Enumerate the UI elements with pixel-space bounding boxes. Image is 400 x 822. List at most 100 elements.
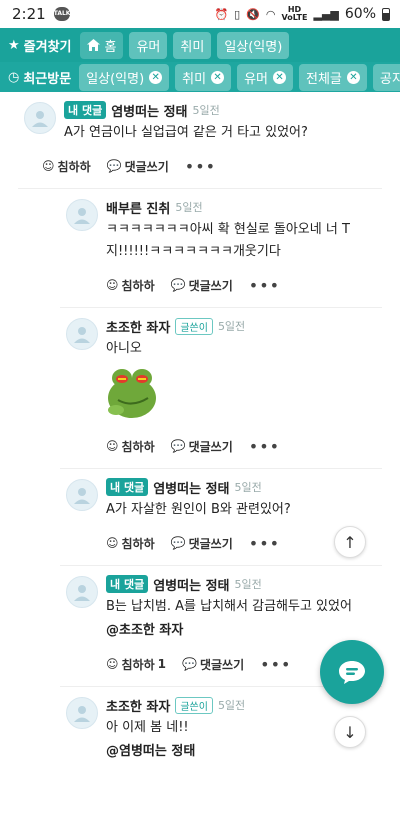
more-options-icon[interactable]: •••	[260, 655, 291, 674]
user-icon	[74, 488, 90, 504]
comment-date: 5일전	[217, 699, 246, 712]
speech-bubble-icon: 💬	[170, 278, 186, 292]
recent-chip-all[interactable]: 전체글 ✕	[299, 63, 367, 91]
comment-date: 5일전	[192, 104, 220, 117]
status-bar: 2:21 TALK ⏰ ▯ 🔇 ◠ HD VoLTE ▂▄▆ 60%	[0, 0, 400, 28]
wifi-icon: ◠	[265, 7, 276, 21]
clock-icon: ◷	[8, 69, 20, 85]
smile-icon: ☺	[106, 439, 119, 453]
vibrate-icon: ▯	[234, 7, 241, 21]
comment-item: 내 댓글 염병떠는 정태 5일전 A가 연금이나 실업급여 같은 거 타고 있었…	[0, 92, 400, 188]
reply-button[interactable]: 💬 댓글쓰기	[171, 535, 233, 552]
reply-button[interactable]: 💬 댓글쓰기	[171, 438, 233, 455]
arrow-up-icon: ↑	[343, 532, 357, 552]
reply-button[interactable]: 💬 댓글쓰기	[107, 158, 169, 175]
star-icon: ★	[8, 37, 20, 53]
comment-author[interactable]: 초조한 좌자	[106, 696, 170, 715]
comment-author[interactable]: 염병떠는 정태	[153, 575, 229, 594]
more-options-icon[interactable]: •••	[249, 276, 280, 295]
user-icon	[32, 111, 48, 127]
like-button[interactable]: ☺ 침하하	[106, 535, 155, 552]
remove-icon[interactable]: ✕	[211, 70, 225, 84]
comment-item: 초조한 좌자 글쓴이 5일전 아니오 ☺ 침하하 💬 댓글쓰기 •••	[0, 308, 400, 468]
smile-icon: ☺	[106, 536, 119, 550]
favorite-chip-humor[interactable]: 유머	[129, 31, 168, 59]
scroll-down-button[interactable]: ↓	[334, 716, 366, 748]
write-comment-fab[interactable]	[320, 640, 384, 704]
writer-badge: 글쓴이	[175, 317, 213, 335]
like-button[interactable]: ☺ 침하하	[106, 438, 155, 455]
recent-chip-hobby[interactable]: 취미 ✕	[175, 63, 232, 91]
favorites-title: ★ 즐겨찾기	[8, 37, 72, 55]
scroll-up-button[interactable]: ↑	[334, 526, 366, 558]
comment-author[interactable]: 배부른 진취	[106, 198, 170, 217]
speech-bubble-icon: 💬	[182, 657, 197, 671]
favorite-chip-hobby[interactable]: 취미	[173, 31, 212, 59]
like-button[interactable]: ☺ 침하하	[42, 158, 91, 175]
alarm-icon: ⏰	[214, 7, 229, 21]
smile-icon: ☺	[42, 159, 55, 173]
speech-bubble-icon: 💬	[106, 159, 122, 173]
recent-chip-notice[interactable]: 공지✕	[372, 63, 400, 91]
avatar[interactable]	[66, 697, 98, 729]
status-time: 2:21	[12, 5, 46, 23]
more-options-icon[interactable]: •••	[185, 157, 216, 176]
avatar[interactable]	[66, 199, 98, 231]
hd-voice-icon: HD VoLTE	[281, 5, 308, 22]
recent-chip-daily-anon[interactable]: 일상(익명) ✕	[79, 63, 170, 91]
comment-date: 5일전	[217, 320, 246, 333]
reply-button[interactable]: 💬 댓글쓰기	[171, 277, 233, 294]
battery-percent: 60%	[344, 6, 376, 22]
more-options-icon[interactable]: •••	[249, 534, 280, 553]
comment-date: 5일전	[234, 578, 262, 591]
frog-sticker	[108, 369, 156, 418]
my-comment-badge: 내 댓글	[64, 101, 107, 119]
reply-button[interactable]: 💬 댓글쓰기	[182, 656, 244, 673]
like-button[interactable]: ☺ 침하하 1	[106, 656, 166, 673]
avatar[interactable]	[66, 479, 98, 511]
comment-text: B는 납치범. A를 납치해서 감금해두고 있었어	[106, 599, 352, 614]
user-icon	[74, 327, 90, 343]
my-comment-badge: 내 댓글	[106, 478, 149, 496]
battery-icon	[382, 7, 390, 21]
talk-notification-icon: TALK	[53, 7, 70, 21]
like-count: 1	[157, 657, 166, 671]
mention-link[interactable]: @초조한 좌자	[106, 620, 388, 642]
recent-chip-humor[interactable]: 유머 ✕	[237, 63, 294, 91]
comment-item: 배부른 진취 5일전 ㅋㅋㅋㅋㅋㅋㅋ아씨 확 현실로 돌아오네 너 T지!!!!…	[0, 189, 400, 307]
user-icon	[74, 208, 90, 224]
comment-text: ㅋㅋㅋㅋㅋㅋㅋ아씨 확 현실로 돌아오네 너 T지!!!!!!ㅋㅋㅋㅋㅋㅋㅋ개웃…	[106, 222, 350, 259]
user-icon	[74, 706, 90, 722]
speech-bubble-icon: 💬	[170, 439, 186, 453]
comment-author[interactable]: 초조한 좌자	[106, 317, 170, 336]
signal-icon: ▂▄▆	[313, 7, 339, 21]
recent-visits-title: ◷ 최근방문	[8, 69, 72, 87]
favorite-chip-daily-anon[interactable]: 일상(익명)	[217, 31, 290, 59]
user-icon	[74, 585, 90, 601]
recent-visits-bar: ◷ 최근방문 일상(익명)✕ 취미✕ 유머✕ 전체글✕ 공지✕	[0, 62, 400, 92]
comment-date: 5일전	[234, 481, 262, 494]
remove-icon[interactable]: ✕	[346, 70, 360, 84]
arrow-down-icon: ↓	[343, 722, 357, 742]
speech-bubble-icon: 💬	[170, 536, 186, 550]
more-options-icon[interactable]: •••	[249, 437, 280, 456]
remove-icon[interactable]: ✕	[149, 70, 163, 84]
comment-author[interactable]: 염병떠는 정태	[111, 101, 187, 120]
favorite-chip-home[interactable]: 홈	[79, 31, 124, 59]
comment-text: A가 연금이나 실업급여 같은 거 타고 있었어?	[64, 125, 308, 140]
avatar[interactable]	[66, 576, 98, 608]
smile-icon: ☺	[106, 278, 119, 292]
avatar[interactable]	[66, 318, 98, 350]
favorites-bar: ★ 즐겨찾기 홈 유머 취미 일상(익명)	[0, 28, 400, 62]
remove-icon[interactable]: ✕	[273, 70, 287, 84]
chat-bubble-icon	[339, 661, 365, 684]
mute-icon: 🔇	[246, 7, 260, 21]
writer-badge: 글쓴이	[175, 696, 213, 714]
avatar[interactable]	[24, 102, 56, 134]
home-icon	[86, 39, 100, 51]
comment-author[interactable]: 염병떠는 정태	[153, 478, 229, 497]
comment-date: 5일전	[175, 201, 203, 214]
comment-text: 아니오	[106, 341, 142, 356]
my-comment-badge: 내 댓글	[106, 575, 149, 593]
like-button[interactable]: ☺ 침하하	[106, 277, 155, 294]
